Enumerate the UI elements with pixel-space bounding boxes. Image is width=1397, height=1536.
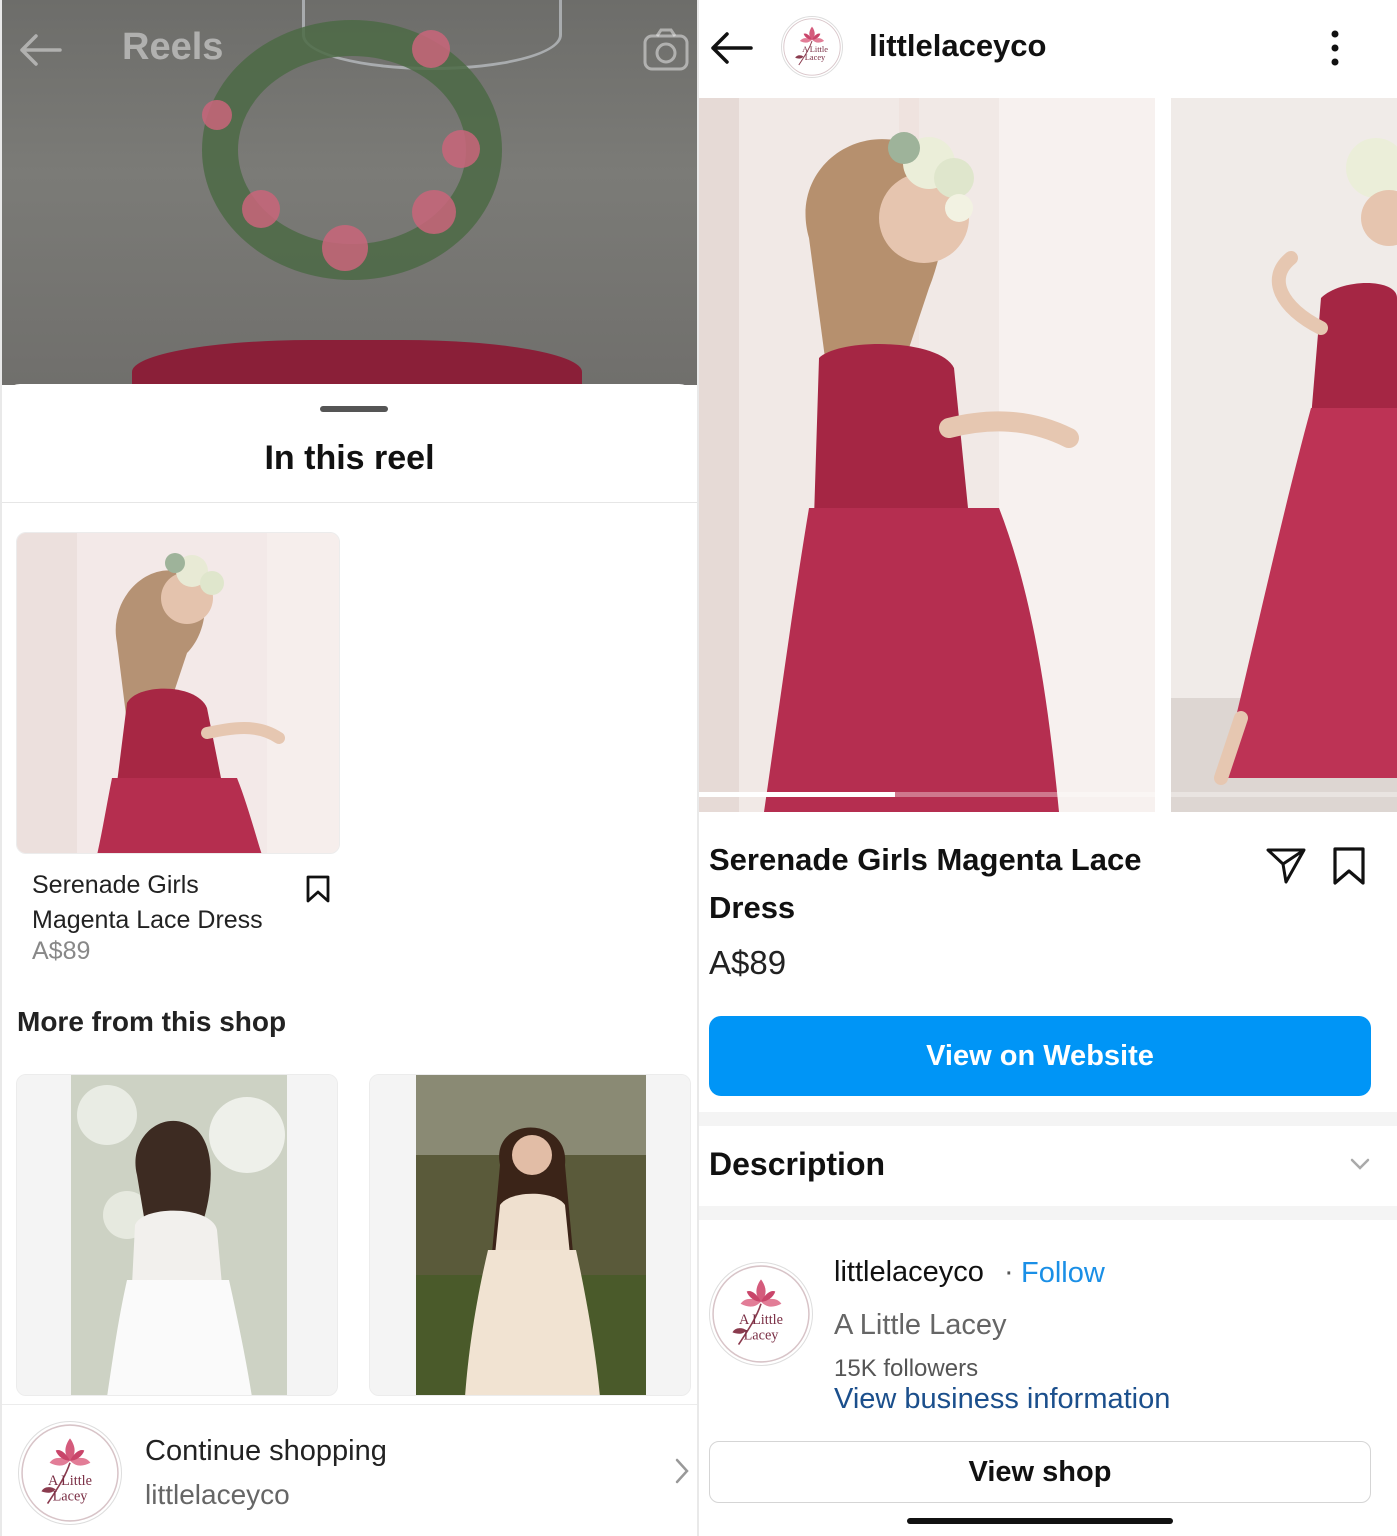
shop-avatar[interactable]: A Little Lacey xyxy=(781,16,843,78)
view-shop-button[interactable]: View shop xyxy=(709,1441,1371,1503)
more-product-card[interactable] xyxy=(369,1074,691,1396)
product-price: A$89 xyxy=(709,944,787,981)
header-username[interactable]: littlelaceyco xyxy=(869,28,1046,64)
chevron-right-icon[interactable] xyxy=(674,1457,690,1485)
shop-follower-count: 15K followers xyxy=(834,1355,979,1382)
sheet-title: In this reel xyxy=(264,439,435,477)
product-image xyxy=(370,1075,690,1395)
separator-dot: · xyxy=(1004,1256,1014,1288)
more-vert-icon[interactable] xyxy=(1329,28,1341,68)
reel-flower xyxy=(442,130,480,168)
product-image xyxy=(17,1075,337,1395)
carousel-progress-fill xyxy=(699,792,895,797)
svg-text:A Little: A Little xyxy=(739,1312,783,1328)
shop-avatar: A Little Lacey xyxy=(18,1421,122,1525)
shop-avatar[interactable]: A Little Lacey xyxy=(709,1262,813,1366)
home-indicator xyxy=(907,1518,1173,1524)
product-name[interactable]: Serenade Girls Magenta Lace Dress xyxy=(32,868,292,938)
shop-display-name: A Little Lacey xyxy=(834,1309,1007,1341)
reel-shopping-panel: Reels In this reel Serenade Girls Magent… xyxy=(2,0,697,1536)
back-arrow-icon[interactable] xyxy=(18,34,62,66)
bookmark-icon[interactable] xyxy=(304,874,332,904)
product-thumbnail[interactable] xyxy=(16,532,340,854)
svg-text:Lacey: Lacey xyxy=(744,1328,780,1344)
product-image[interactable] xyxy=(699,98,1155,812)
reel-product-card[interactable]: Serenade Girls Magenta Lace Dress A$89 xyxy=(16,532,340,965)
more-product-card[interactable] xyxy=(16,1074,338,1396)
product-header: A Little Lacey littlelaceyco xyxy=(699,0,1397,96)
reel-flower xyxy=(202,100,232,130)
svg-text:Lacey: Lacey xyxy=(53,1489,89,1505)
reel-flower xyxy=(412,190,456,234)
reel-flower xyxy=(322,225,368,271)
view-on-website-button[interactable]: View on Website xyxy=(709,1016,1371,1096)
continue-shopping-username: littlelaceyco xyxy=(145,1479,290,1510)
bookmark-icon[interactable] xyxy=(1331,846,1367,886)
section-separator xyxy=(699,1112,1397,1126)
view-business-info-link[interactable]: View business information xyxy=(834,1383,1170,1416)
follow-button[interactable]: Follow xyxy=(1021,1257,1105,1290)
shop-username[interactable]: littlelaceyco xyxy=(834,1256,984,1289)
reels-title: Reels xyxy=(122,26,224,68)
in-this-reel-sheet: In this reel Serenade Girls Magenta Lace… xyxy=(2,384,697,1536)
product-image[interactable] xyxy=(1171,98,1397,812)
chevron-down-icon[interactable] xyxy=(1349,1156,1371,1172)
more-from-shop-title: More from this shop xyxy=(17,1006,287,1037)
reel-dress-preview xyxy=(132,340,582,385)
continue-shopping-title[interactable]: Continue shopping xyxy=(145,1435,387,1468)
svg-text:Lacey: Lacey xyxy=(805,53,826,62)
sheet-drag-handle[interactable] xyxy=(320,406,388,412)
product-detail-panel: A Little Lacey littlelaceyco Serenade Gi… xyxy=(699,0,1397,1536)
product-price: A$89 xyxy=(32,937,91,965)
svg-text:A Little: A Little xyxy=(802,45,828,54)
back-arrow-icon[interactable] xyxy=(707,28,755,68)
divider xyxy=(2,502,697,503)
reel-flower xyxy=(242,190,280,228)
camera-icon[interactable] xyxy=(642,28,690,72)
description-title[interactable]: Description xyxy=(709,1146,885,1183)
svg-text:A Little: A Little xyxy=(48,1473,92,1489)
continue-shopping-bar[interactable]: A Little Lacey Continue shopping littlel… xyxy=(2,1404,697,1536)
reel-top-bar: Reels xyxy=(2,20,697,80)
product-title: Serenade Girls Magenta Lace Dress xyxy=(709,842,1142,925)
section-separator xyxy=(699,1206,1397,1220)
reel-video-background[interactable]: Reels xyxy=(2,0,697,385)
product-image-carousel[interactable] xyxy=(699,98,1397,812)
share-icon[interactable] xyxy=(1265,846,1307,886)
